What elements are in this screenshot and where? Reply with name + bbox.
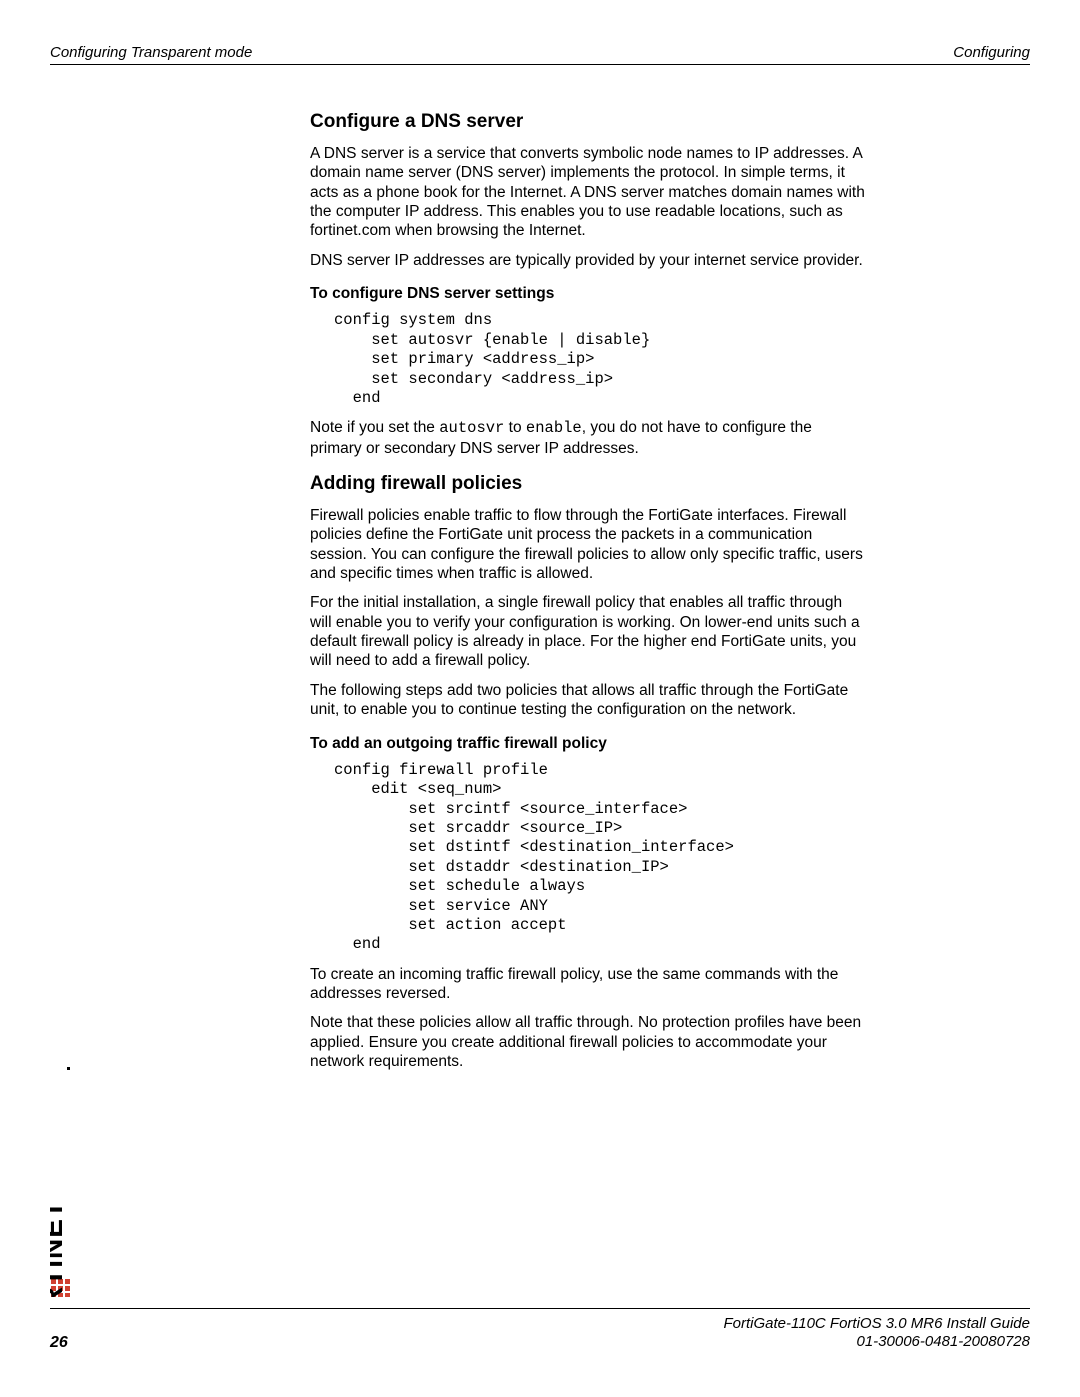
paragraph-note: Note if you set the autosvr to enable, y… bbox=[310, 418, 865, 458]
paragraph: The following steps add two policies tha… bbox=[310, 681, 865, 720]
paragraph: Note that these policies allow all traff… bbox=[310, 1013, 865, 1071]
subheading-firewall-policy: To add an outgoing traffic firewall poli… bbox=[310, 734, 865, 753]
main-content: Configure a DNS server A DNS server is a… bbox=[310, 110, 865, 1082]
fortinet-logo-icon: F RTINET bbox=[50, 1067, 74, 1297]
paragraph: A DNS server is a service that converts … bbox=[310, 144, 865, 241]
section-title-dns: Configure a DNS server bbox=[310, 110, 865, 134]
header-right: Configuring bbox=[953, 44, 1030, 61]
paragraph: To create an incoming traffic firewall p… bbox=[310, 965, 865, 1004]
svg-text:F RTINET: F RTINET bbox=[50, 1200, 68, 1297]
section-title-firewall: Adding firewall policies bbox=[310, 472, 865, 496]
paragraph: For the initial installation, a single f… bbox=[310, 593, 865, 671]
paragraph: DNS server IP addresses are typically pr… bbox=[310, 251, 865, 270]
subheading-dns-config: To configure DNS server settings bbox=[310, 284, 865, 303]
code-block-dns: config system dns set autosvr {enable | … bbox=[334, 311, 865, 408]
text-fragment: Note if you set the bbox=[310, 419, 439, 436]
footer-document-id: 01-30006-0481-20080728 bbox=[723, 1333, 1030, 1352]
inline-code: autosvr bbox=[439, 419, 504, 437]
inline-code: enable bbox=[526, 419, 582, 437]
text-fragment: to bbox=[504, 419, 526, 436]
page-number: 26 bbox=[50, 1334, 68, 1352]
paragraph: Firewall policies enable traffic to flow… bbox=[310, 506, 865, 584]
header-left: Configuring Transparent mode bbox=[50, 44, 252, 61]
footer-divider bbox=[50, 1308, 1030, 1309]
header-divider bbox=[50, 64, 1030, 65]
code-block-firewall: config firewall profile edit <seq_num> s… bbox=[334, 761, 865, 955]
footer-guide-title: FortiGate-110C FortiOS 3.0 MR6 Install G… bbox=[723, 1315, 1030, 1334]
page-footer: 26 FortiGate-110C FortiOS 3.0 MR6 Instal… bbox=[50, 1308, 1030, 1353]
